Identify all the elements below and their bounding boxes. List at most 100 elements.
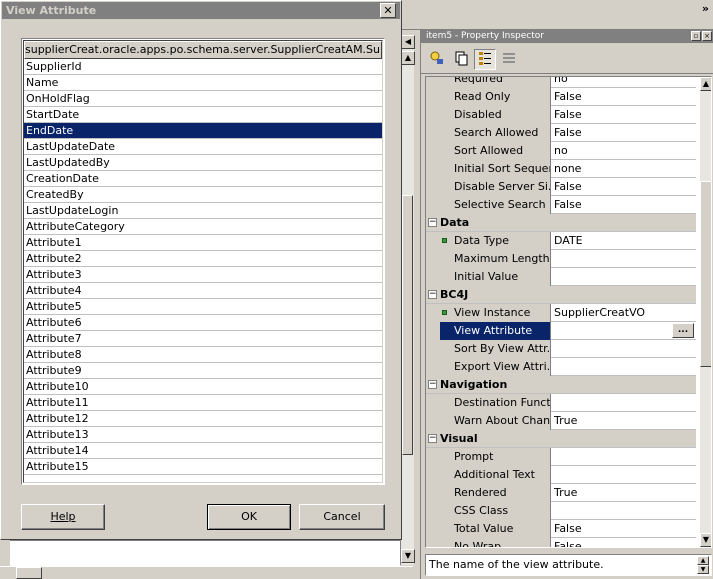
- property-row[interactable]: Sort Allowed no: [426, 142, 696, 160]
- property-name[interactable]: Maximum Length: [440, 250, 551, 268]
- property-name[interactable]: Destination Functi...: [440, 394, 551, 412]
- property-row[interactable]: Selective Search ... False: [426, 196, 696, 214]
- collapse-icon[interactable]: −: [428, 434, 437, 443]
- property-name[interactable]: Disabled: [440, 106, 551, 124]
- property-row[interactable]: Initial Sort Sequen...none: [426, 160, 696, 178]
- list-item[interactable]: Attribute1: [24, 235, 382, 251]
- property-name[interactable]: Rendered: [440, 484, 551, 502]
- property-grid[interactable]: Required no Read Only False Disabled False Sea…: [425, 76, 712, 548]
- property-value[interactable]: DATE: [552, 232, 696, 250]
- list-item[interactable]: Attribute12: [24, 411, 382, 427]
- list-item[interactable]: Attribute7: [24, 331, 382, 347]
- vertical-scrollbar[interactable]: ◀ ▲ ▼: [400, 35, 415, 565]
- property-name[interactable]: Initial Value: [440, 268, 551, 286]
- list-item[interactable]: Attribute14: [24, 443, 382, 459]
- property-name[interactable]: Additional Text: [440, 466, 551, 484]
- list-item[interactable]: CreationDate: [24, 171, 382, 187]
- list-item[interactable]: Name: [24, 75, 382, 91]
- property-name[interactable]: Read Only: [440, 88, 551, 106]
- property-name[interactable]: Disable Server Si...: [440, 178, 551, 196]
- list-item[interactable]: Attribute9: [24, 363, 382, 379]
- property-row[interactable]: View Attribute...: [426, 322, 696, 340]
- property-row[interactable]: Initial Value: [426, 268, 696, 286]
- list-item[interactable]: StartDate: [24, 107, 382, 123]
- scroll-down-icon[interactable]: ▼: [401, 549, 415, 563]
- property-value[interactable]: no: [552, 77, 696, 88]
- property-row[interactable]: Sort By View Attr...: [426, 340, 696, 358]
- collapse-icon[interactable]: −: [428, 218, 437, 227]
- list-item[interactable]: Attribute4: [24, 283, 382, 299]
- property-group[interactable]: − Visual: [426, 430, 696, 448]
- property-value[interactable]: False: [552, 88, 696, 106]
- property-name[interactable]: Warn About Chan...: [440, 412, 551, 430]
- property-row[interactable]: No Wrap False: [426, 538, 696, 547]
- property-row[interactable]: Maximum Length: [426, 250, 696, 268]
- copy-icon[interactable]: [450, 49, 472, 70]
- attribute-list[interactable]: supplierCreat.oracle.apps.po.schema.serv…: [21, 38, 385, 485]
- property-scrollbar[interactable]: ▲ ▼: [700, 77, 711, 547]
- property-row[interactable]: Total Value False: [426, 520, 696, 538]
- list-item[interactable]: LastUpdateLogin: [24, 203, 382, 219]
- property-row[interactable]: View Instance SupplierCreatVO: [426, 304, 696, 322]
- ok-button[interactable]: OK: [207, 504, 291, 530]
- property-name[interactable]: Data Type: [440, 232, 551, 250]
- list-item[interactable]: OnHoldFlag: [24, 91, 382, 107]
- scroll-left-icon[interactable]: ◀: [401, 35, 415, 49]
- list-item[interactable]: Attribute3: [24, 267, 382, 283]
- property-row[interactable]: Destination Functi...: [426, 394, 696, 412]
- property-value[interactable]: True: [552, 412, 696, 430]
- property-name[interactable]: Prompt: [440, 448, 551, 466]
- scroll-up-icon[interactable]: ▲: [697, 556, 709, 565]
- property-name[interactable]: Required: [440, 77, 551, 88]
- collapse-icon[interactable]: −: [428, 380, 437, 389]
- property-name[interactable]: Search Allowed: [440, 124, 551, 142]
- property-row[interactable]: Warn About Chan... True: [426, 412, 696, 430]
- property-name[interactable]: CSS Class: [440, 502, 551, 520]
- property-value[interactable]: [552, 250, 696, 268]
- property-row[interactable]: CSS Class: [426, 502, 696, 520]
- property-row[interactable]: Prompt: [426, 448, 696, 466]
- vertical-scrollbar-thumb[interactable]: [402, 195, 413, 455]
- property-filter-icon[interactable]: [426, 49, 448, 70]
- list-item[interactable]: CreatedBy: [24, 187, 382, 203]
- chevron-more-icon[interactable]: »: [702, 2, 709, 15]
- property-value[interactable]: SupplierCreatVO: [552, 304, 696, 322]
- property-name[interactable]: Export View Attri...: [440, 358, 551, 376]
- property-group[interactable]: − Navigation: [426, 376, 696, 394]
- property-value[interactable]: no: [552, 142, 696, 160]
- scroll-down-icon[interactable]: ▼: [697, 565, 709, 574]
- list-item[interactable]: AttributeCategory: [24, 219, 382, 235]
- list-item[interactable]: EndDate: [24, 123, 382, 139]
- property-value[interactable]: [552, 448, 696, 466]
- property-row[interactable]: Rendered True: [426, 484, 696, 502]
- list-item[interactable]: Attribute5: [24, 299, 382, 315]
- dock-icon[interactable]: ▫: [691, 31, 701, 41]
- list-item[interactable]: Attribute11: [24, 395, 382, 411]
- list-item[interactable]: LastUpdatedBy: [24, 155, 382, 171]
- property-name[interactable]: Sort By View Attr...: [440, 340, 551, 358]
- scroll-up-icon[interactable]: ▲: [401, 51, 415, 65]
- property-value[interactable]: True: [552, 484, 696, 502]
- property-scrollbar-thumb[interactable]: [700, 181, 711, 367]
- horizontal-scrollbar[interactable]: [0, 566, 413, 579]
- property-value[interactable]: [552, 340, 696, 358]
- scroll-up-icon[interactable]: ▲: [700, 77, 711, 91]
- browse-button[interactable]: ...: [672, 323, 694, 338]
- property-value[interactable]: False: [552, 196, 696, 214]
- help-button[interactable]: Help: [21, 504, 105, 530]
- list-item[interactable]: Attribute2: [24, 251, 382, 267]
- property-value[interactable]: [552, 394, 696, 412]
- property-row[interactable]: Search Allowed False: [426, 124, 696, 142]
- property-row[interactable]: Read Only False: [426, 88, 696, 106]
- property-row[interactable]: Data Type DATE: [426, 232, 696, 250]
- property-name[interactable]: Initial Sort Sequen...: [440, 160, 551, 178]
- close-icon[interactable]: ×: [702, 31, 712, 41]
- property-row[interactable]: Disable Server Si... False: [426, 178, 696, 196]
- collapse-icon[interactable]: −: [428, 290, 437, 299]
- property-value[interactable]: [552, 268, 696, 286]
- property-name[interactable]: View Attribute: [440, 322, 551, 340]
- property-group[interactable]: − BC4J: [426, 286, 696, 304]
- list-item[interactable]: LastUpdateDate: [24, 139, 382, 155]
- property-row[interactable]: Export View Attri...: [426, 358, 696, 376]
- property-group[interactable]: − Data: [426, 214, 696, 232]
